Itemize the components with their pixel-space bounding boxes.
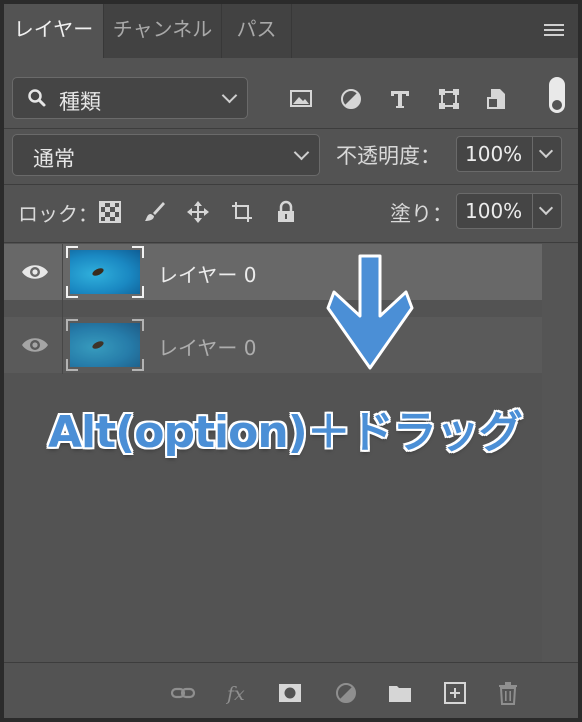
tab-layers[interactable]: レイヤー	[4, 4, 104, 58]
adjustment-filter-icon[interactable]	[338, 86, 364, 112]
divider	[4, 242, 578, 243]
svg-text:fx: fx	[226, 683, 245, 705]
annotation-caption: Alt(option)＋ドラッグ	[48, 407, 523, 458]
tab-channels[interactable]: チャンネル	[104, 4, 222, 58]
layer-thumbnail	[66, 246, 144, 298]
layer-name[interactable]: レイヤー 0	[158, 332, 256, 361]
divider	[4, 128, 578, 129]
smart-object-filter-icon[interactable]	[484, 86, 510, 112]
filter-kind-label: 種類	[59, 90, 101, 114]
tab-bar: レイヤー チャンネル パス	[4, 4, 578, 58]
filter-toggle[interactable]	[549, 77, 565, 113]
blend-mode-select[interactable]: 通常	[12, 134, 320, 176]
shape-filter-icon[interactable]	[436, 86, 462, 112]
fill-label: 塗り：	[390, 202, 453, 226]
scrollbar-track[interactable]	[542, 244, 578, 662]
opacity-value: 100%	[465, 142, 523, 166]
blend-mode-label: 通常	[33, 147, 75, 171]
chevron-down-icon[interactable]	[538, 143, 554, 159]
layer-row[interactable]: レイヤー 0	[4, 244, 542, 300]
layer-row-dragging[interactable]: レイヤー 0	[4, 317, 542, 373]
group-folder-icon[interactable]	[387, 680, 413, 706]
opacity-label: 不透明度：	[336, 144, 441, 168]
lock-position-icon[interactable]	[186, 200, 210, 224]
tab-paths[interactable]: パス	[222, 4, 292, 58]
divider	[62, 244, 63, 374]
lock-transparent-icon[interactable]	[98, 200, 122, 224]
panel-menu-icon[interactable]	[544, 24, 564, 38]
arrow-down-icon	[326, 254, 414, 370]
lock-artboard-icon[interactable]	[230, 200, 254, 224]
mask-icon[interactable]	[277, 680, 303, 706]
bottom-toolbar: fx	[4, 662, 578, 718]
search-icon	[28, 89, 46, 107]
filter-kind-select[interactable]: 種類	[12, 77, 248, 119]
fill-value: 100%	[465, 199, 523, 223]
visibility-eye-icon[interactable]	[20, 260, 50, 284]
layer-thumbnail	[66, 319, 144, 371]
lock-label: ロック：	[18, 202, 98, 226]
fill-field[interactable]: 100%	[456, 193, 562, 229]
image-filter-icon[interactable]	[288, 86, 314, 112]
visibility-eye-icon[interactable]	[20, 333, 50, 357]
lock-all-icon[interactable]	[274, 200, 298, 224]
divider	[4, 184, 578, 185]
layer-name[interactable]: レイヤー 0	[158, 259, 256, 288]
link-icon[interactable]	[170, 680, 196, 706]
fx-icon[interactable]: fx	[226, 680, 252, 706]
lock-image-icon[interactable]	[142, 200, 166, 224]
layers-panel: レイヤー チャンネル パス 種類 通常 不透明度： 100% ロック： 塗り： …	[4, 4, 578, 718]
type-filter-icon[interactable]	[387, 86, 413, 112]
opacity-field[interactable]: 100%	[456, 136, 562, 172]
adjustment-layer-icon[interactable]	[333, 680, 359, 706]
new-layer-icon[interactable]	[442, 680, 468, 706]
chevron-down-icon[interactable]	[538, 200, 554, 216]
delete-icon[interactable]	[495, 680, 521, 706]
chevron-down-icon	[221, 87, 238, 104]
chevron-down-icon	[293, 144, 310, 161]
